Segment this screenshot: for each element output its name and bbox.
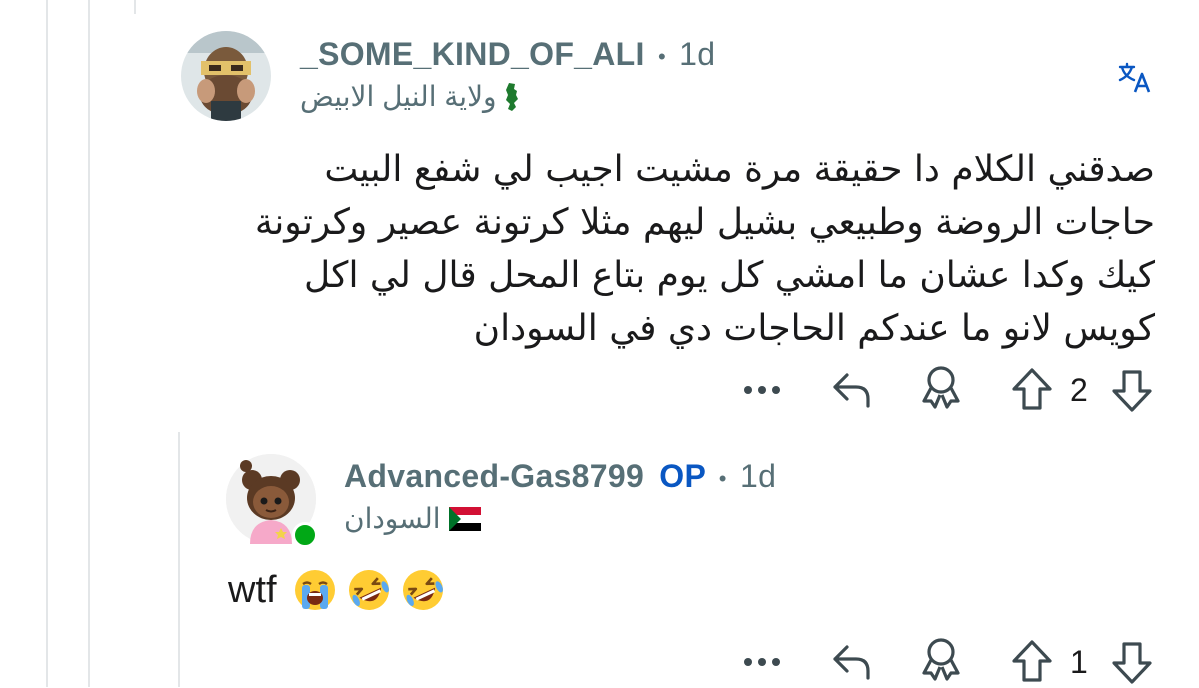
- upvote-icon: [1012, 640, 1052, 682]
- comment-age: 1d: [679, 36, 716, 72]
- reply-award-button[interactable]: [916, 634, 966, 684]
- pixel-avatar-icon: [181, 31, 271, 121]
- reply-username[interactable]: Advanced-Gas8799: [344, 458, 644, 494]
- upvote-icon: [1012, 368, 1052, 410]
- reply-body-text: wtf: [228, 568, 277, 611]
- award-button[interactable]: [916, 362, 966, 412]
- comment-body-line: كويس لانو ما عندكم الحاجات دي في السودان: [473, 308, 1155, 349]
- thread-line-outer-3: [134, 0, 136, 14]
- more-icon: [744, 386, 780, 394]
- reply-upvote-button[interactable]: [1008, 636, 1056, 686]
- comment-body-line: كيك وكدا عشان ما امشي كل يوم بتاع المحل …: [304, 255, 1155, 296]
- thread-line-reply: [178, 432, 180, 687]
- comment-body: صدقني الكلام دا حقيقة مرة مشيت اجيب لي ش…: [170, 143, 1155, 355]
- reply-more-options-button[interactable]: [740, 644, 784, 680]
- reply-vote-count: 1: [1070, 644, 1088, 680]
- state-map-icon: [505, 82, 518, 111]
- comment-author-line: _SOME_KIND_OF_ALI • 1d: [300, 36, 715, 73]
- reply-icon: [833, 645, 870, 680]
- reply-author-line: Advanced-Gas8799 OP • 1d: [344, 458, 776, 495]
- translate-button[interactable]: [1118, 62, 1152, 94]
- award-icon: [922, 366, 960, 409]
- username[interactable]: _SOME_KIND_OF_ALI: [300, 36, 645, 72]
- upvote-button[interactable]: [1008, 364, 1056, 414]
- translate-icon: [1118, 62, 1151, 93]
- reply-flair-text: السودان: [344, 503, 441, 534]
- thread-line-outer-1: [46, 0, 48, 687]
- downvote-button[interactable]: [1108, 366, 1156, 416]
- reply-user-avatar[interactable]: [226, 454, 318, 548]
- comment-body-line: صدقني الكلام دا حقيقة مرة مشيت اجيب لي ش…: [324, 149, 1155, 190]
- reply-user-flair: السودان: [344, 502, 494, 535]
- more-icon: [744, 658, 780, 666]
- sudan-flag-icon: [448, 506, 481, 531]
- reply-icon: [833, 373, 870, 408]
- vote-count: 2: [1070, 372, 1088, 408]
- downvote-icon: [1112, 370, 1152, 412]
- online-status-dot: [292, 522, 318, 548]
- user-flair: ولاية النيل الابيض: [300, 80, 560, 113]
- reply-reply-button[interactable]: [828, 638, 876, 684]
- downvote-icon: [1112, 642, 1152, 684]
- op-badge: OP: [659, 458, 706, 494]
- flair-text: ولاية النيل الابيض: [300, 81, 497, 112]
- reply-button[interactable]: [828, 366, 876, 412]
- user-avatar[interactable]: [181, 31, 271, 121]
- reply-comment-age: 1d: [739, 458, 777, 494]
- reply-downvote-button[interactable]: [1108, 638, 1156, 688]
- separator-dot: •: [657, 43, 666, 69]
- rolling-on-floor-laughing-emoji: [348, 570, 389, 610]
- more-options-button[interactable]: [740, 372, 784, 408]
- thread-line-outer-2: [88, 0, 90, 687]
- loudly-crying-face-emoji: [294, 570, 335, 610]
- award-icon: [922, 638, 960, 681]
- comment-body-line: حاجات الروضة وطبيعي بشيل ليهم مثلا كرتون…: [254, 202, 1155, 243]
- rolling-on-floor-laughing-emoji: [402, 570, 443, 610]
- reply-body: wtf: [228, 568, 445, 612]
- separator-dot: •: [718, 465, 727, 491]
